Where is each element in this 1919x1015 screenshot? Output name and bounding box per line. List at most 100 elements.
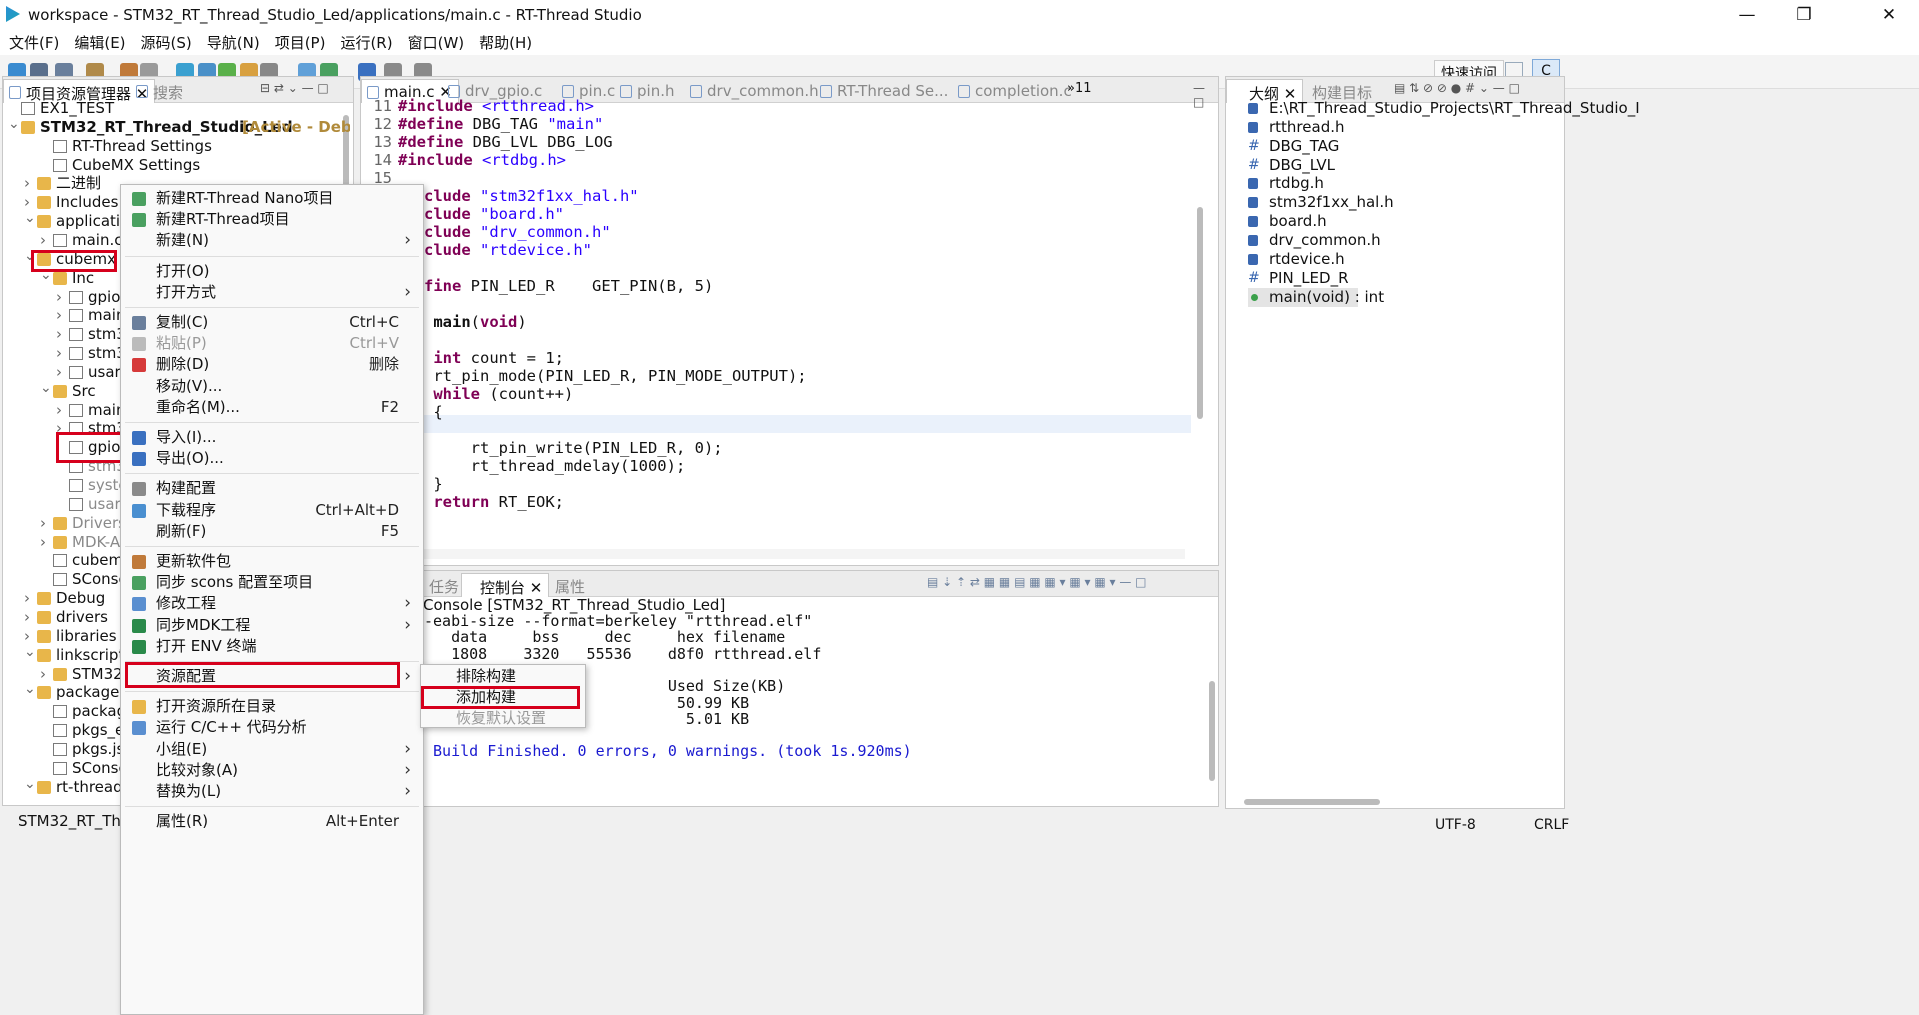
editor-tab[interactable]: pin.h <box>615 79 680 103</box>
editor-tab[interactable]: drv_common.h <box>685 79 825 103</box>
context-menu-item[interactable]: 运行 C/C++ 代码分析 <box>121 717 423 738</box>
menu-item-icon <box>132 503 146 518</box>
line-ending-status[interactable]: CRLF <box>1534 817 1569 833</box>
context-menu-item[interactable]: 复制(C) Ctrl+C <box>121 312 423 333</box>
context-menu-item[interactable]: 构建配置 <box>121 478 423 499</box>
editor-tab[interactable]: RT-Thread Se... <box>815 79 954 103</box>
macro-icon: # <box>1248 269 1260 286</box>
code-token: <rtthread.h> <box>482 97 594 115</box>
collapsed-chevron-icon[interactable]: › <box>56 325 62 344</box>
console-tab[interactable]: 属性 <box>537 573 591 597</box>
context-menu-label: 打开(O) <box>156 261 210 280</box>
context-menu-item[interactable]: 替换为(L) › <box>121 781 423 802</box>
context-menu-item[interactable]: 新建RT-Thread Nano项目 <box>121 188 423 209</box>
file-icon <box>53 233 67 247</box>
editor-max-icon[interactable]: — □ <box>1193 81 1218 109</box>
console-tab-label: 属性 <box>555 578 586 596</box>
collapsed-chevron-icon[interactable]: › <box>24 174 30 193</box>
menu-2[interactable]: 源码(S) <box>141 32 192 53</box>
code-token: "main" <box>547 115 604 133</box>
context-menu-item[interactable]: 属性(R) Alt+Enter <box>121 811 423 832</box>
outline-item-label: rtdbg.h <box>1269 174 1324 193</box>
encoding-status[interactable]: UTF-8 <box>1435 817 1476 833</box>
editor-hscrollbar[interactable] <box>361 549 1185 559</box>
menu-3[interactable]: 导航(N) <box>207 32 260 53</box>
context-menu-item[interactable]: 导出(O)... <box>121 448 423 469</box>
folder-icon <box>37 196 51 210</box>
context-menu-item[interactable]: 更新软件包 <box>121 551 423 572</box>
folder-icon <box>21 120 35 134</box>
collapsed-chevron-icon[interactable]: › <box>56 401 62 420</box>
context-menu-item[interactable]: 打开方式 › <box>121 282 423 303</box>
editor-tab[interactable]: completion.c <box>953 79 1078 103</box>
outline-item-label: DBG_TAG <box>1269 136 1340 155</box>
collapse-all-icon[interactable]: ⊟ ⇄ ⌄ — □ <box>260 81 329 95</box>
menu-0[interactable]: 文件(F) <box>9 32 59 53</box>
context-menu-item[interactable]: 下载程序 Ctrl+Alt+D <box>121 500 423 521</box>
context-menu-label: 粘贴(P) <box>156 334 207 353</box>
menu-7[interactable]: 帮助(H) <box>479 32 532 53</box>
collapsed-chevron-icon[interactable]: › <box>24 589 30 608</box>
collapsed-chevron-icon[interactable]: › <box>40 514 46 533</box>
collapsed-chevron-icon[interactable]: › <box>40 533 46 552</box>
collapsed-chevron-icon[interactable]: › <box>56 306 62 325</box>
context-menu-label: 打开 ENV 终端 <box>156 636 257 655</box>
collapsed-chevron-icon[interactable]: › <box>40 231 46 250</box>
menu-5[interactable]: 运行(R) <box>340 32 392 53</box>
add-build-highlight-box <box>421 686 580 709</box>
menu-4[interactable]: 项目(P) <box>275 32 326 53</box>
outline-toolbar-icons[interactable]: ▤ ⇅ ⊘ ⊘ ● # ⌄ — □ <box>1394 81 1520 95</box>
minimize-button[interactable]: — <box>1718 0 1776 29</box>
context-menu-item[interactable]: 新建RT-Thread项目 <box>121 209 423 230</box>
collapsed-chevron-icon[interactable]: › <box>56 363 62 382</box>
collapsed-chevron-icon[interactable]: › <box>24 608 30 627</box>
console-tab-label: 控制台 <box>480 579 526 597</box>
context-menu-item[interactable]: 同步 scons 配置至项目 <box>121 572 423 593</box>
context-menu-item[interactable]: 粘贴(P) Ctrl+V <box>121 333 423 354</box>
tab-overflow-button[interactable]: »11 <box>1067 81 1092 96</box>
context-menu-item[interactable]: 删除(D) 删除 <box>121 354 423 375</box>
menu-1[interactable]: 编辑(E) <box>74 32 125 53</box>
submenu-item[interactable]: 排除构建 <box>421 666 585 687</box>
expanded-chevron-icon[interactable]: ⌄ <box>24 643 36 662</box>
context-menu-item[interactable]: 重命名(M)... F2 <box>121 397 423 418</box>
collapsed-chevron-icon[interactable]: › <box>56 344 62 363</box>
context-menu-item[interactable]: 同步MDK工程 › <box>121 615 423 636</box>
context-menu-label: 删除(D) <box>156 355 210 374</box>
context-menu-label: 导出(O)... <box>156 449 224 468</box>
editor-vscrollbar[interactable] <box>1197 207 1203 419</box>
collapsed-chevron-icon[interactable]: › <box>56 288 62 307</box>
context-menu-item[interactable]: 打开资源所在目录 <box>121 696 423 717</box>
expanded-chevron-icon[interactable]: ⌄ <box>24 775 36 794</box>
console-toolbar-icons[interactable]: ▤ ⇣ ⇡ ⇄ ▦ ▦ ▤ ▦ ▦ ▾ ▦ ▾ ▦ ▾ — □ <box>927 575 1147 589</box>
context-menu-item[interactable]: 导入(I)... <box>121 427 423 448</box>
context-menu-item[interactable]: 小组(E) › <box>121 739 423 760</box>
app-logo-icon <box>6 6 20 22</box>
expanded-chevron-icon[interactable]: ⌄ <box>24 680 36 699</box>
submenu-item[interactable]: 恢复默认设置 <box>421 708 585 729</box>
expanded-chevron-icon[interactable]: ⌄ <box>40 379 52 398</box>
menu-item-icon <box>132 700 146 715</box>
context-menu-item[interactable]: 移动(V)... <box>121 376 423 397</box>
context-menu-item[interactable]: 新建(N) › <box>121 230 423 251</box>
collapsed-chevron-icon[interactable]: › <box>40 665 46 684</box>
line-number: 14 <box>373 151 392 169</box>
close-window-button[interactable]: ✕ <box>1860 0 1918 29</box>
outline-item[interactable]: main(void) : int <box>1248 287 1384 307</box>
context-menu-item[interactable]: 刷新(F) F5 <box>121 521 423 542</box>
expanded-chevron-icon[interactable]: ⌄ <box>24 209 36 228</box>
context-menu-item[interactable]: 修改工程 › <box>121 593 423 614</box>
submenu-arrow-icon: › <box>404 781 411 801</box>
resource-config-highlight-box <box>125 662 400 688</box>
context-menu-item[interactable]: 打开 ENV 终端 <box>121 636 423 657</box>
context-menu-item[interactable]: 打开(O) <box>121 261 423 282</box>
expanded-chevron-icon[interactable]: ⌄ <box>8 115 20 134</box>
outline-hscrollbar[interactable] <box>1244 799 1380 805</box>
tree-item-label: Src <box>72 381 96 400</box>
menu-6[interactable]: 窗口(W) <box>408 32 465 53</box>
code-text: return RT_EOK; <box>424 493 564 511</box>
restore-button[interactable]: ❐ <box>1775 0 1833 29</box>
context-menu-item[interactable]: 比较对象(A) › <box>121 760 423 781</box>
console-tab-label: 任务 <box>429 578 460 596</box>
